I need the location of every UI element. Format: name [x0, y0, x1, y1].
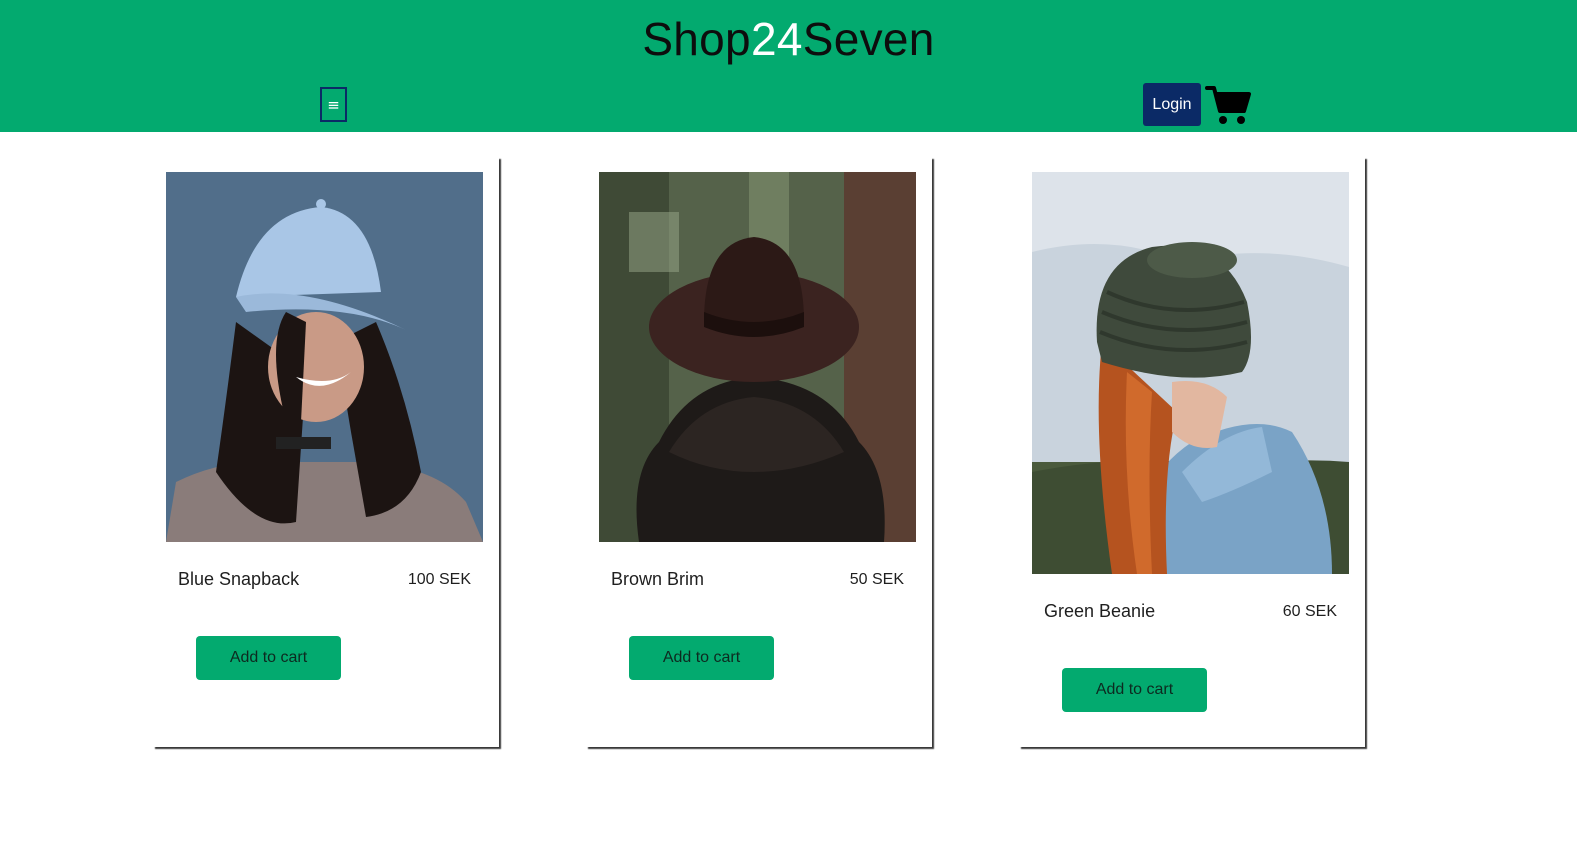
product-name: Green Beanie [1044, 601, 1156, 621]
add-to-cart-button[interactable]: Add to cart [1062, 668, 1207, 712]
product-image[interactable] [1032, 172, 1349, 574]
product-image[interactable] [166, 172, 483, 542]
product-name: Brown Brim [611, 569, 705, 589]
logo-text-shop: Shop [642, 13, 751, 65]
product-card: Blue Snapback 100 SEK Add to cart [153, 157, 499, 747]
product-price: 50 SEK [849, 571, 904, 588]
add-to-cart-button[interactable]: Add to cart [629, 636, 774, 680]
site-header: Shop24Seven ≡ Login [0, 0, 1577, 132]
product-card: Brown Brim 50 SEK Add to cart [586, 157, 932, 747]
menu-icon: ≡ [327, 95, 340, 114]
product-card: Green Beanie 60 SEK Add to cart [1019, 157, 1365, 747]
product-name: Blue Snapback [178, 569, 300, 589]
login-button[interactable]: Login [1143, 83, 1201, 126]
site-logo[interactable]: Shop24Seven [0, 12, 1577, 66]
product-price: 60 SEK [1282, 603, 1337, 620]
shopping-cart-icon[interactable] [1205, 84, 1251, 126]
logo-text-24: 24 [750, 13, 803, 65]
product-price: 100 SEK [407, 571, 471, 588]
hamburger-menu-button[interactable]: ≡ [320, 87, 347, 122]
logo-text-seven: Seven [802, 13, 935, 65]
add-to-cart-button[interactable]: Add to cart [196, 636, 341, 680]
product-image[interactable] [599, 172, 916, 542]
